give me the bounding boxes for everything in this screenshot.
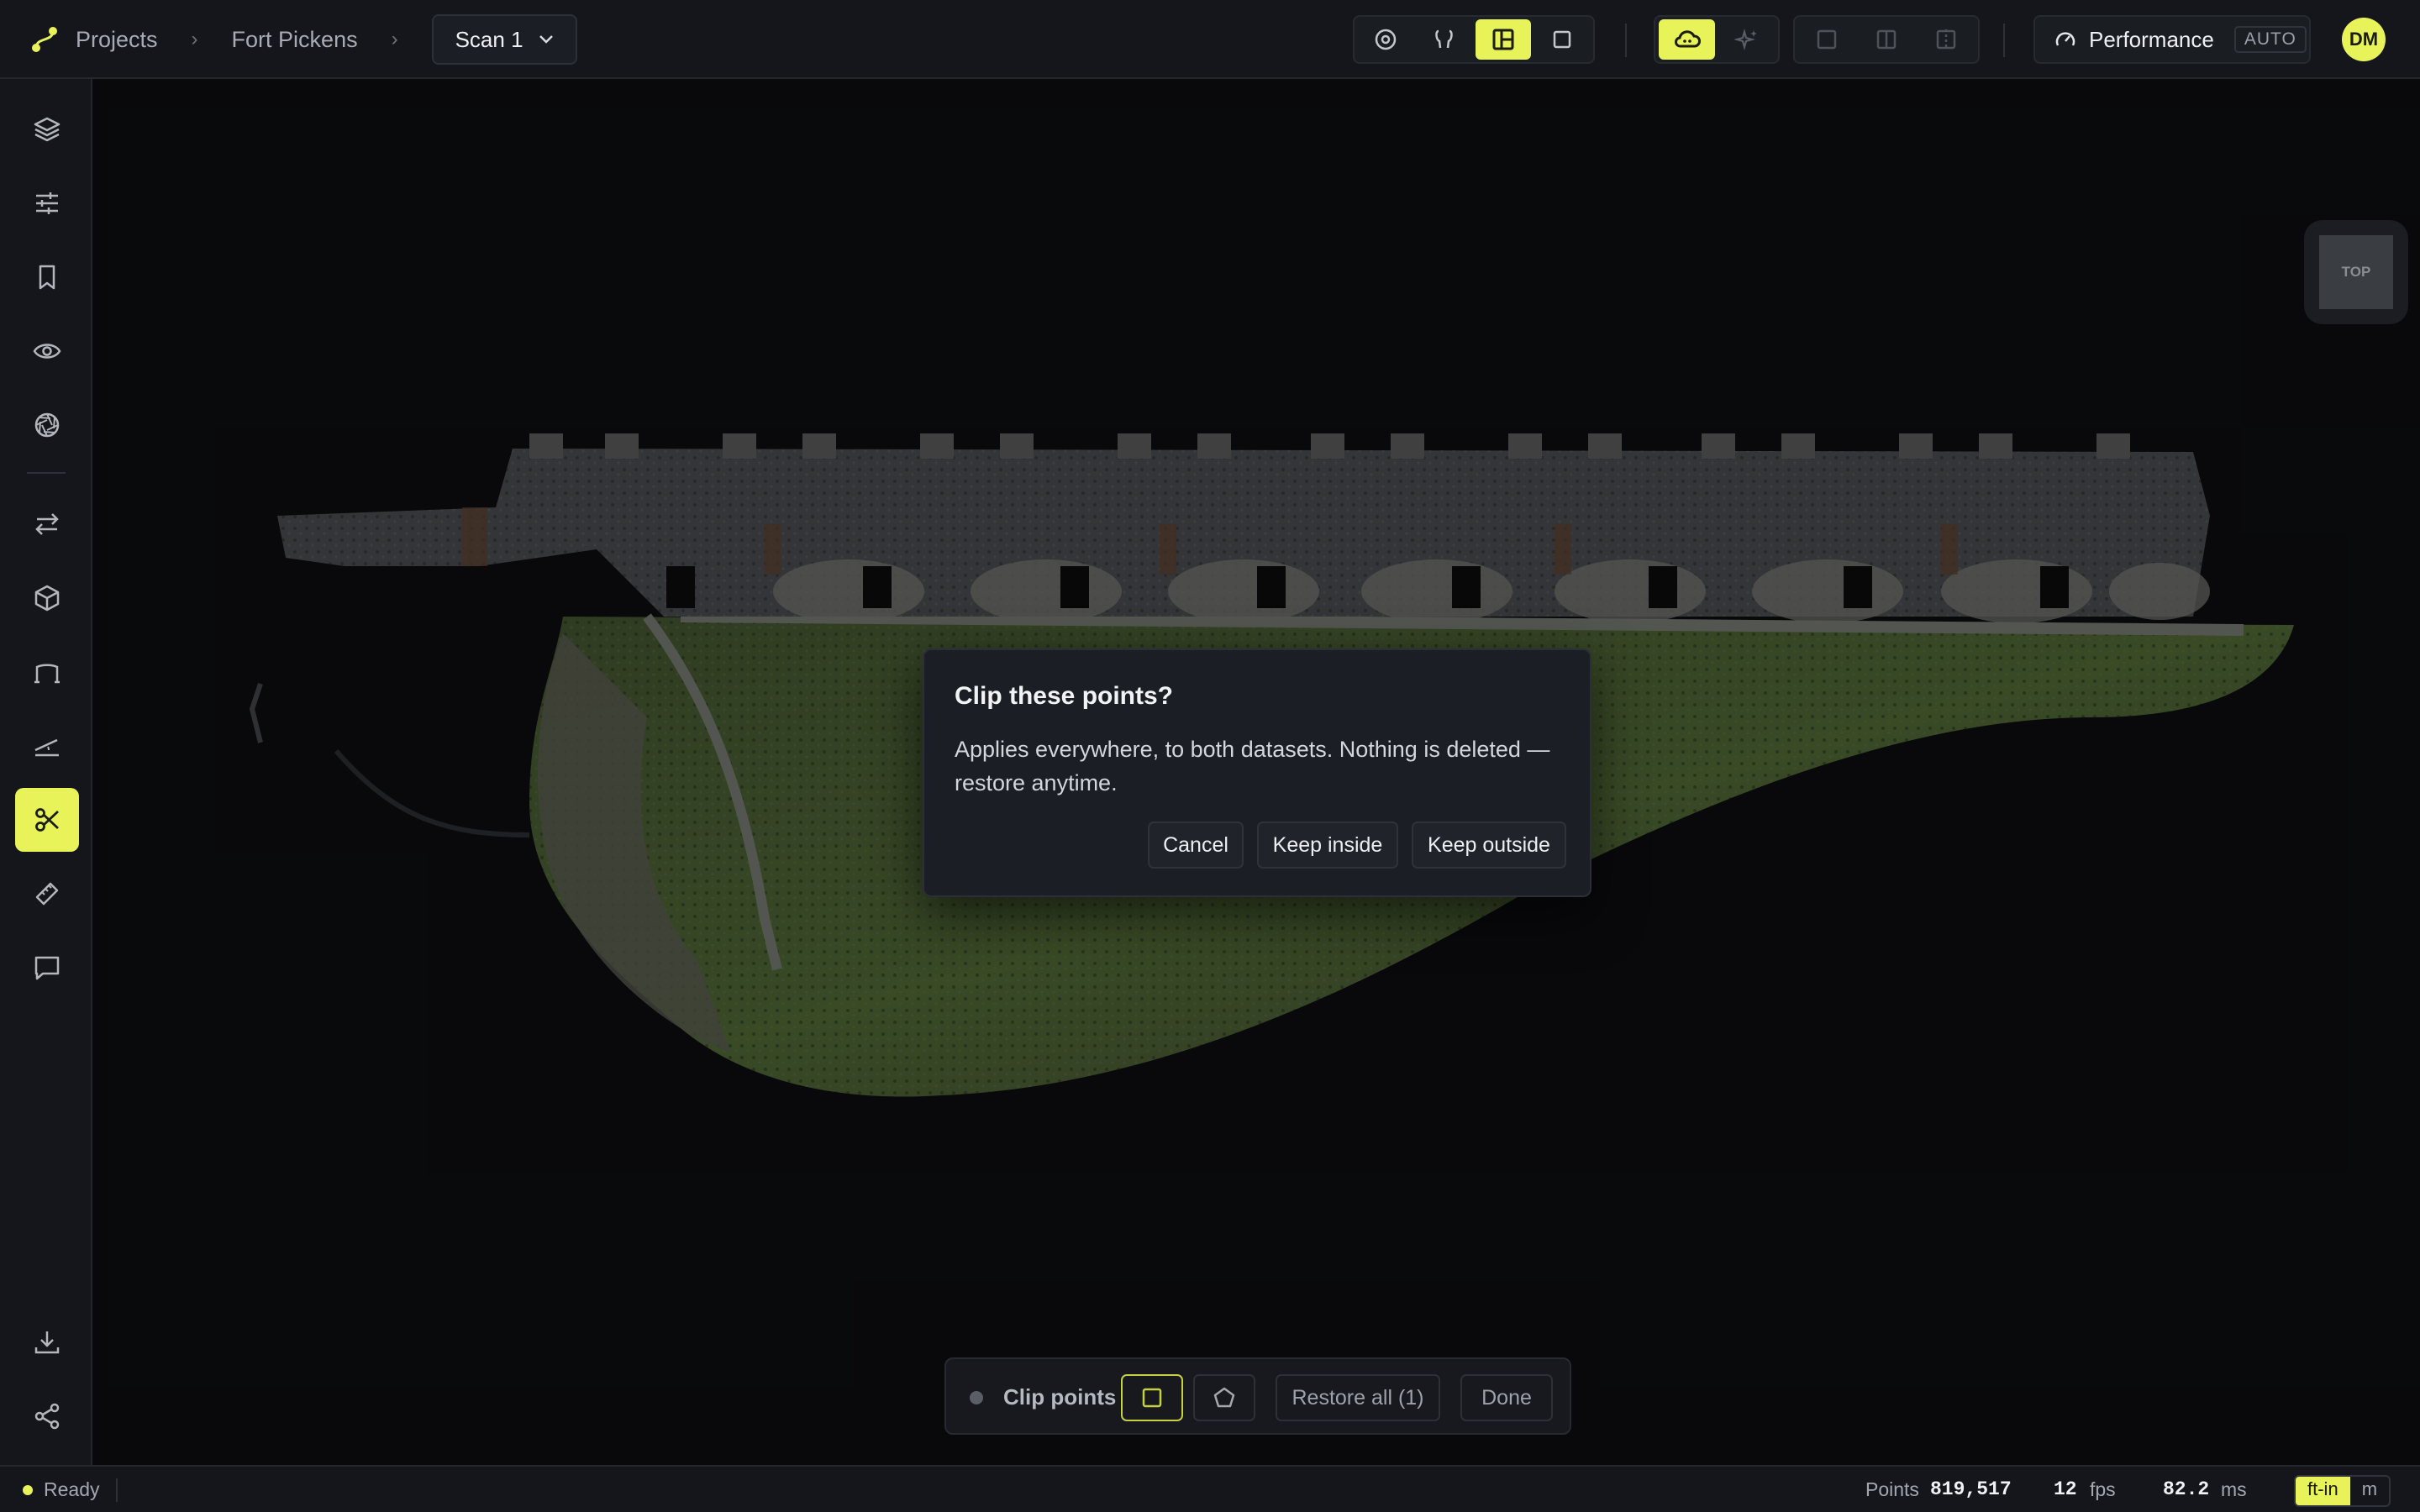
- enhance-button[interactable]: [1718, 19, 1775, 60]
- cube-icon: [34, 585, 60, 612]
- chevron-right-icon: ›: [191, 28, 198, 50]
- layout-button[interactable]: [1476, 19, 1531, 60]
- compare-view-icon: [1937, 29, 1956, 50]
- unit-toggle[interactable]: ft-in m: [2294, 1475, 2391, 1507]
- walk-icon: [1435, 29, 1453, 49]
- performance-button[interactable]: Performance AUTO: [2033, 15, 2311, 64]
- status-text: Ready: [44, 1478, 100, 1500]
- points-value: 819,517: [1930, 1478, 2012, 1500]
- navigation-mode-group: [1353, 15, 1595, 64]
- dialog-title: Clip these points?: [955, 682, 1174, 710]
- aperture-icon: [34, 412, 60, 438]
- orbit-button[interactable]: [1358, 19, 1413, 60]
- chevron-right-icon: ›: [391, 28, 398, 50]
- layers-icon: [34, 117, 60, 142]
- layout-icon: [1492, 29, 1514, 50]
- section-icon: [34, 664, 60, 684]
- app-logo-icon[interactable]: [30, 25, 59, 54]
- gauge-icon: [2055, 32, 2075, 46]
- breadcrumb-site[interactable]: Fort Pickens: [232, 27, 358, 53]
- user-avatar[interactable]: DM: [2342, 18, 2386, 61]
- bookmark-icon: [39, 265, 55, 290]
- cloud-icon: [1674, 30, 1701, 48]
- comment-icon: [34, 956, 60, 980]
- clip-toolbar-label: Clip points: [1003, 1384, 1117, 1410]
- done-button[interactable]: Done: [1460, 1374, 1553, 1421]
- box-clip-button[interactable]: [1121, 1374, 1183, 1421]
- square-icon: [1553, 30, 1571, 49]
- square-view-button[interactable]: [1534, 19, 1590, 60]
- model-button[interactable]: [15, 566, 79, 630]
- toolbar-divider: [2003, 24, 2005, 57]
- scan-selector[interactable]: Scan 1: [431, 14, 577, 65]
- scan-selector-label: Scan 1: [455, 26, 523, 52]
- walk-button[interactable]: [1417, 19, 1472, 60]
- swap-icon: [35, 513, 59, 535]
- cancel-button[interactable]: Cancel: [1148, 822, 1244, 869]
- split-view-button[interactable]: [1858, 19, 1914, 60]
- latency-label: ms: [2221, 1478, 2247, 1500]
- compare-view-button[interactable]: [1918, 19, 1975, 60]
- section-button[interactable]: [15, 640, 79, 704]
- keep-inside-button[interactable]: Keep inside: [1257, 822, 1398, 869]
- orbit-icon: [1375, 29, 1397, 50]
- transfer-button[interactable]: [15, 492, 79, 556]
- polygon-icon: [1213, 1387, 1235, 1408]
- keep-outside-button[interactable]: Keep outside: [1412, 822, 1566, 869]
- breadcrumb-projects[interactable]: Projects: [76, 27, 158, 53]
- sliders-icon: [36, 192, 58, 214]
- clip-button[interactable]: [15, 788, 79, 852]
- slope-icon: [34, 738, 59, 757]
- navigation-cube[interactable]: TOP: [2304, 220, 2408, 324]
- scissors-icon: [35, 808, 59, 832]
- performance-label: Performance: [2089, 26, 2214, 52]
- clip-toolbar: Clip points Restore all (1) Done: [944, 1357, 1571, 1435]
- sidebar-divider: [27, 472, 66, 474]
- points-label: Points: [1865, 1478, 1919, 1500]
- cloud-button[interactable]: [1659, 19, 1715, 60]
- nav-cube-top-face[interactable]: TOP: [2319, 235, 2393, 309]
- left-toolbar: [0, 79, 92, 1465]
- fps-label: fps: [2090, 1478, 2116, 1500]
- share-icon: [34, 1403, 60, 1430]
- render-mode-group: [1654, 15, 1780, 64]
- ruler-icon: [35, 882, 59, 906]
- square-icon: [1142, 1388, 1162, 1408]
- dialog-message: Applies everywhere, to both datasets. No…: [955, 737, 1550, 795]
- ready-indicator: [23, 1485, 33, 1495]
- toolbar-divider: [1625, 24, 1627, 57]
- single-view-icon: [1817, 29, 1836, 50]
- layers-button[interactable]: [15, 97, 79, 161]
- restore-all-button[interactable]: Restore all (1): [1276, 1374, 1440, 1421]
- camera-button[interactable]: [15, 393, 79, 457]
- chevron-down-icon: [539, 35, 553, 44]
- clip-confirm-dialog: Clip these points? Applies everywhere, t…: [923, 648, 1591, 897]
- fps-value: 12: [2054, 1478, 2077, 1500]
- adjustments-button[interactable]: [15, 171, 79, 235]
- eye-icon: [33, 344, 61, 359]
- share-button[interactable]: [15, 1384, 79, 1448]
- polygon-clip-button[interactable]: [1193, 1374, 1255, 1421]
- measure-button[interactable]: [15, 862, 79, 926]
- view-split-group: [1793, 15, 1980, 64]
- slope-button[interactable]: [15, 714, 79, 778]
- sparkle-icon: [1733, 28, 1757, 51]
- single-view-button[interactable]: [1798, 19, 1854, 60]
- download-icon: [34, 1331, 60, 1354]
- comments-button[interactable]: [15, 936, 79, 1000]
- latency-value: 82.2: [2163, 1478, 2210, 1500]
- performance-mode-badge: AUTO: [2233, 26, 2307, 53]
- visibility-button[interactable]: [15, 319, 79, 383]
- status-bar: Ready Points 819,517 12 fps 82.2 ms ft-i…: [0, 1465, 2420, 1512]
- top-bar: Projects › Fort Pickens › Scan 1 Perform…: [0, 0, 2420, 79]
- unit-imperial-option[interactable]: ft-in: [2296, 1477, 2350, 1505]
- breadcrumb: Projects › Fort Pickens › Scan 1: [30, 0, 577, 79]
- clip-status-dot: [970, 1391, 983, 1404]
- split-view-icon: [1876, 29, 1897, 50]
- bookmarks-button[interactable]: [15, 245, 79, 309]
- status-divider: [116, 1478, 118, 1502]
- unit-metric-option[interactable]: m: [2350, 1477, 2389, 1505]
- download-button[interactable]: [15, 1310, 79, 1374]
